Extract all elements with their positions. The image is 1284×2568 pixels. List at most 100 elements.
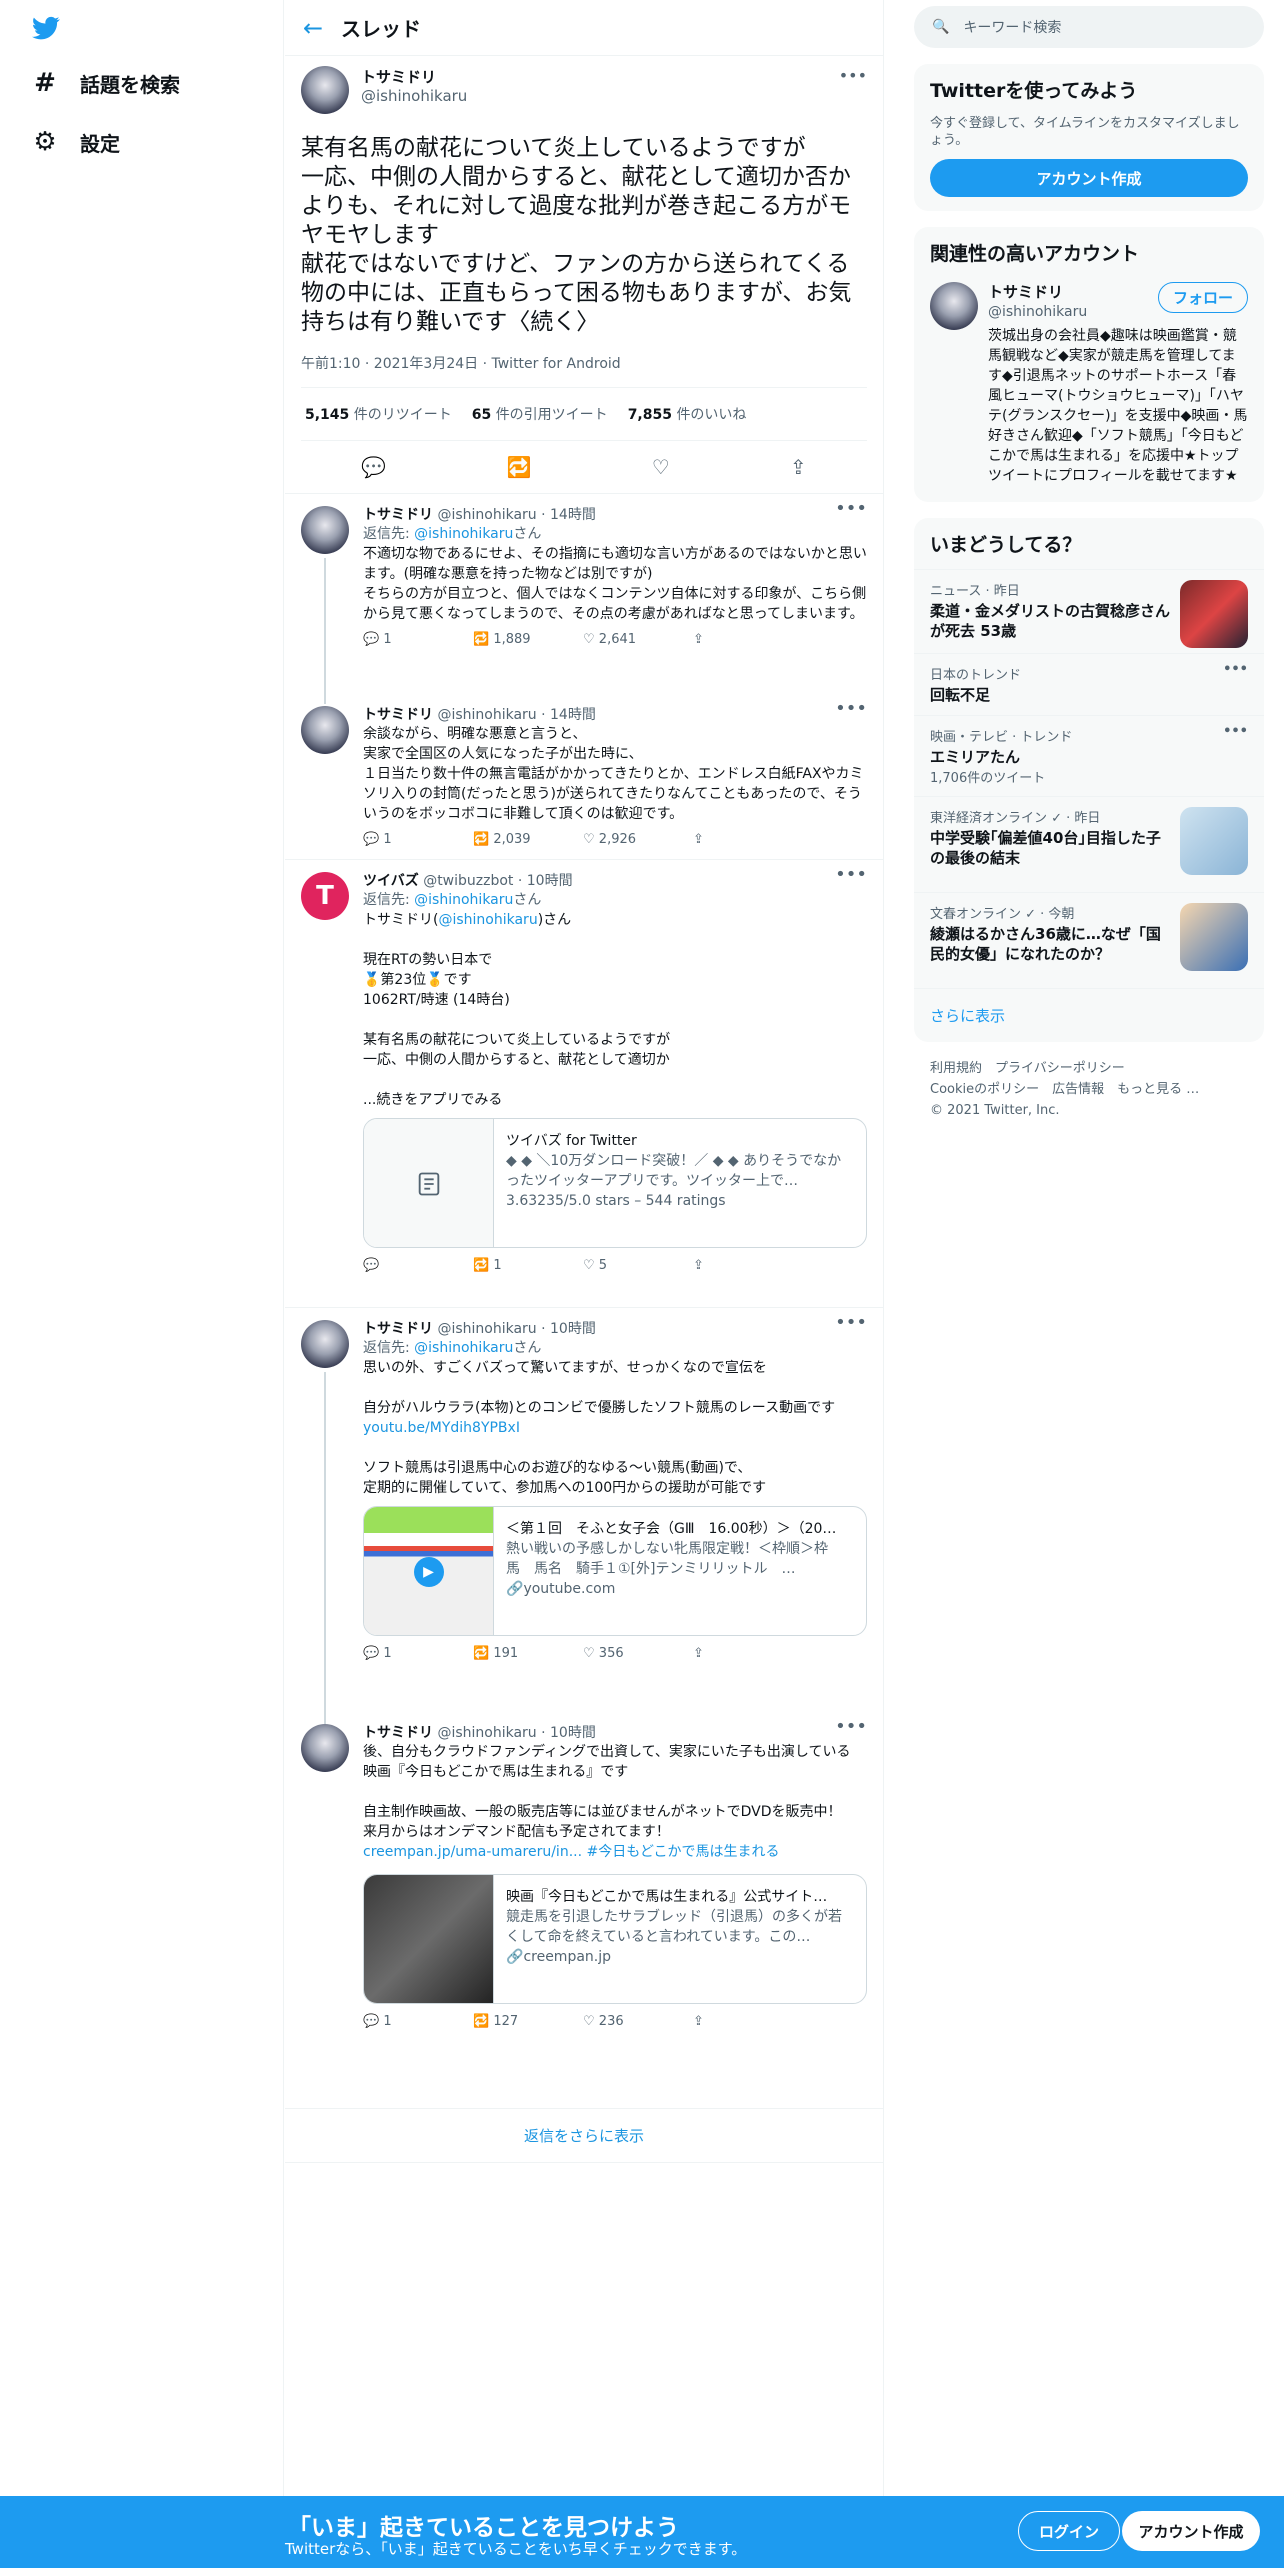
trend-item[interactable]: 日本のトレンド 回転不足 •••	[914, 653, 1264, 715]
like-action[interactable]: ♡ 356	[583, 1646, 693, 1661]
like-action[interactable]: ♡ 236	[583, 2014, 693, 2029]
reply-tweet[interactable]: ••• トサミドリ @ishinohikaru · 10時間 後、自分もクラウド…	[285, 1712, 883, 2100]
play-icon[interactable]: ▶	[413, 1557, 444, 1587]
reply-tweet[interactable]: ••• トサミドリ @ishinohikaru · 14時間 返信先: @ish…	[285, 494, 883, 704]
back-arrow-icon[interactable]: ←	[285, 14, 341, 42]
more-icon[interactable]: •••	[835, 864, 867, 885]
more-icon[interactable]: •••	[835, 498, 867, 519]
author-name[interactable]: トサミドリ	[363, 1725, 433, 1741]
author-handle[interactable]: @ishinohikaru · 14時間	[437, 707, 595, 723]
trend-item[interactable]: 文春オンライン ✓ · 今朝 綾瀬はるかさん36歳に…なぜ「国民的女優」になれた…	[914, 892, 1264, 988]
mention-link[interactable]: @ishinohikaru	[414, 526, 513, 542]
link-card[interactable]: ツイバズ for Twitter ◆ ◆ ＼10万ダンロード突破！／ ◆ ◆ あ…	[363, 1118, 867, 1248]
avatar[interactable]	[301, 1320, 349, 1368]
external-link[interactable]: creempan.jp/uma-umareru/in...	[363, 1844, 582, 1860]
like-action[interactable]: ♡ 2,926	[583, 832, 693, 847]
create-account-button[interactable]: アカウント作成	[930, 159, 1248, 197]
signup-button[interactable]: アカウント作成	[1122, 2511, 1260, 2551]
quote-count[interactable]: 65 件の引用ツイート	[472, 404, 608, 424]
search-input[interactable]: キーワード検索	[963, 17, 1061, 37]
author-name[interactable]: トサミドリ	[363, 507, 433, 523]
avatar[interactable]	[301, 66, 349, 114]
cookie-link[interactable]: Cookieのポリシー	[930, 1082, 1039, 1097]
ads-info-link[interactable]: 広告情報	[1052, 1082, 1104, 1097]
retweet-action[interactable]: 🔁 2,039	[473, 832, 583, 847]
more-icon[interactable]: •••	[835, 1716, 867, 1737]
like-count[interactable]: 7,855 件のいいね	[628, 404, 747, 424]
more-icon[interactable]: •••	[835, 1312, 867, 1333]
share-icon[interactable]: ⇪	[693, 1258, 803, 1273]
reply-tweet[interactable]: T ••• ツイバズ @twibuzzbot · 10時間 返信先: @ishi…	[285, 860, 883, 1308]
terms-link[interactable]: 利用規約	[930, 1061, 982, 1076]
more-icon[interactable]: •••	[835, 698, 867, 719]
avatar[interactable]	[930, 282, 978, 330]
author-handle[interactable]: @ishinohikaru · 14時間	[437, 507, 595, 523]
reply-icon[interactable]: 💬	[361, 455, 386, 479]
youtube-link[interactable]: youtu.be/MYdih8YPBxI	[363, 1420, 520, 1436]
share-icon[interactable]: ⇪	[693, 1646, 803, 1661]
like-icon[interactable]: ♡	[652, 455, 670, 479]
reply-tweet[interactable]: ••• トサミドリ @ishinohikaru · 14時間 余談ながら、明確な…	[285, 694, 883, 860]
author-name[interactable]: トサミドリ	[363, 1321, 433, 1337]
share-icon[interactable]: ⇪	[693, 832, 803, 847]
like-action[interactable]: ♡ 5	[583, 1258, 693, 1273]
avatar[interactable]	[301, 1724, 349, 1772]
mention-link[interactable]: @ishinohikaru	[414, 892, 513, 908]
account-bio: 茨城出身の会社員◆趣味は映画鑑賞・競馬観戦など◆実家が競走馬を管理してます◆引退…	[988, 328, 1248, 484]
author-name[interactable]: トサミドリ	[363, 707, 433, 723]
mention-link[interactable]: @ishinohikaru	[438, 912, 537, 928]
nav-settings[interactable]: ⚙ 設定	[30, 127, 120, 157]
mention-link[interactable]: @ishinohikaru	[414, 1340, 513, 1356]
hashtag-link[interactable]: #今日もどこかで馬は生まれる	[587, 1844, 780, 1860]
reply-action[interactable]: 💬 1	[363, 2014, 473, 2029]
more-link[interactable]: もっと見る …	[1117, 1082, 1199, 1097]
share-icon[interactable]: ⇪	[693, 632, 803, 647]
trends-title: いまどうしてる？	[930, 534, 1082, 556]
page-header: ← スレッド	[285, 0, 883, 56]
trend-category: 日本のトレンド	[930, 668, 1022, 683]
reply-tweet[interactable]: ••• トサミドリ @ishinohikaru · 10時間 返信先: @ish…	[285, 1308, 883, 1724]
reply-action[interactable]: 💬 1	[363, 832, 473, 847]
author-name[interactable]: トサミドリ	[361, 66, 467, 87]
privacy-link[interactable]: プライバシーポリシー	[995, 1061, 1125, 1076]
retweet-action[interactable]: 🔁 191	[473, 1646, 583, 1661]
card-title: ツイバズ for Twitter	[506, 1133, 637, 1149]
twitter-logo-icon[interactable]	[30, 14, 62, 42]
login-button[interactable]: ログイン	[1018, 2511, 1120, 2551]
show-more-replies[interactable]: 返信をさらに表示	[285, 2108, 883, 2163]
trend-item[interactable]: 東洋経済オンライン ✓ · 昨日 中学受験｢偏差値40台｣目指した子の最後の結末	[914, 796, 1264, 892]
author-handle[interactable]: @ishinohikaru	[361, 87, 467, 105]
retweet-action[interactable]: 🔁 1	[473, 1258, 583, 1273]
nav-explore[interactable]: # 話題を検索	[30, 68, 180, 98]
retweet-action[interactable]: 🔁 127	[473, 2014, 583, 2029]
reply-action[interactable]: 💬 1	[363, 632, 473, 647]
retweet-icon[interactable]: 🔁	[506, 455, 531, 479]
author-handle[interactable]: @twibuzzbot · 10時間	[423, 873, 572, 889]
author-name[interactable]: ツイバズ	[363, 873, 419, 889]
account-item[interactable]: トサミドリ @ishinohikaru 茨城出身の会社員◆趣味は映画鑑賞・競馬観…	[914, 278, 1264, 502]
follow-button[interactable]: フォロー	[1157, 282, 1248, 313]
show-more-trends[interactable]: さらに表示	[914, 988, 1264, 1042]
avatar[interactable]	[301, 706, 349, 754]
trend-item[interactable]: ニュース · 昨日 柔道・金メダリストの古賀稔彦さんが死去 53歳	[914, 569, 1264, 653]
search-box[interactable]: 🔍 キーワード検索	[914, 6, 1264, 48]
more-icon[interactable]: •••	[1223, 662, 1248, 677]
tweet-meta[interactable]: 午前1:10 · 2021年3月24日 · Twitter for Androi…	[301, 353, 867, 388]
more-icon[interactable]: •••	[1223, 724, 1248, 739]
more-icon[interactable]: •••	[839, 66, 867, 85]
share-icon[interactable]: ⇪	[693, 2014, 803, 2029]
trend-item[interactable]: 映画・テレビ · トレンド エミリアたん 1,706件のツイート •••	[914, 715, 1264, 796]
link-card[interactable]: 映画『今日もどこかで馬は生まれる』公式サイト… 競走馬を引退したサラブレッド（引…	[363, 1874, 867, 2004]
author-handle[interactable]: @ishinohikaru · 10時間	[437, 1725, 595, 1741]
like-action[interactable]: ♡ 2,641	[583, 632, 693, 647]
retweet-action[interactable]: 🔁 1,889	[473, 632, 583, 647]
reply-action[interactable]: 💬	[363, 1258, 473, 1273]
avatar[interactable]	[301, 506, 349, 554]
twibuzz-avatar[interactable]: T	[301, 872, 349, 920]
retweet-count[interactable]: 5,145 件のリツイート	[305, 404, 452, 424]
youtube-card[interactable]: ▶ ＜第１回 そふと女子会（GⅢ 16.00秒）＞（20… 熱い戦いの予感しかし…	[363, 1506, 867, 1636]
tweet-text: 余談ながら、明確な悪意と言うと、 実家で全国区の人気になった子が出た時に、 １日…	[363, 726, 864, 822]
author-handle[interactable]: @ishinohikaru · 10時間	[437, 1321, 595, 1337]
reply-action[interactable]: 💬 1	[363, 1646, 473, 1661]
share-icon[interactable]: ⇪	[790, 455, 807, 479]
